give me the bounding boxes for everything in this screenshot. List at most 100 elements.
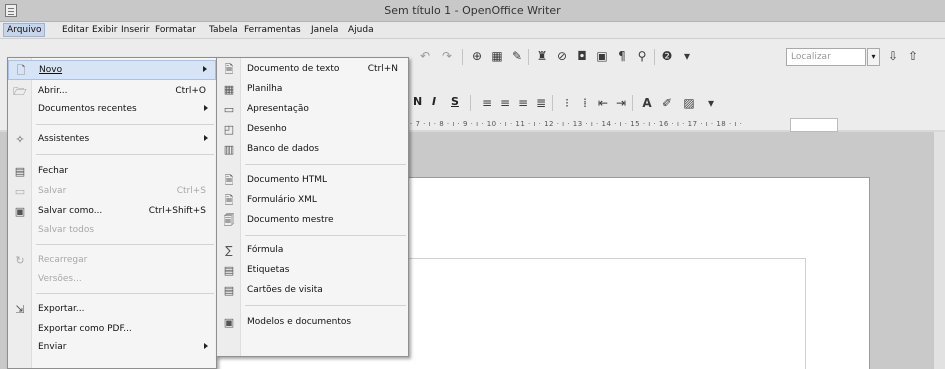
table-icon[interactable]: ▦: [490, 49, 504, 63]
menu-exibir[interactable]: Exibir: [92, 25, 117, 35]
submenu-item-documento-mestre[interactable]: 🗐 Documento mestre: [217, 211, 408, 231]
menu-item-shortcut: Ctrl+N: [367, 64, 398, 74]
draw-icon[interactable]: ✎: [510, 49, 524, 63]
menu-item-label: Desenho: [247, 124, 287, 134]
help-icon[interactable]: ❷: [660, 49, 674, 63]
title-bar: Sem título 1 - OpenOffice Writer: [0, 0, 945, 22]
formatting-marks-icon[interactable]: ¶: [615, 49, 629, 63]
toolbar-options-icon[interactable]: ▾: [680, 49, 694, 63]
bullets-icon[interactable]: ⁞: [578, 96, 592, 110]
increase-indent-icon[interactable]: ⇥: [614, 96, 628, 110]
menu-item-salvar-todos[interactable]: Salvar todos: [8, 221, 216, 241]
numbering-icon[interactable]: ⁝: [560, 96, 574, 110]
menu-separator: [36, 154, 214, 155]
menu-item-novo[interactable]: 🗋 Novo: [8, 60, 216, 80]
submenu-item-etiquetas[interactable]: ▤ Etiquetas: [217, 261, 408, 281]
html-document-icon: 🗎: [224, 174, 234, 187]
export-icon: ⇲: [15, 303, 25, 316]
toolbar-separator: [654, 49, 655, 65]
menu-item-documentos-recentes[interactable]: Documentos recentes: [8, 100, 216, 120]
highlight-icon[interactable]: ✐: [660, 96, 674, 110]
align-right-icon[interactable]: ≡: [516, 96, 530, 110]
menu-ajuda[interactable]: Ajuda: [348, 25, 374, 35]
submenu-item-formulario-xml[interactable]: 🗎 Formulário XML: [217, 191, 408, 211]
menu-separator: [36, 124, 214, 125]
justify-icon[interactable]: ≣: [534, 96, 548, 110]
menu-separator: [245, 164, 406, 165]
toolbar-separator: [528, 49, 529, 65]
submenu-item-formula[interactable]: ∑ Fórmula: [217, 241, 408, 261]
menu-item-versoes[interactable]: Versões...: [8, 270, 216, 290]
menu-item-label: Salvar: [38, 186, 67, 196]
search-input[interactable]: Localizar: [786, 48, 866, 66]
menu-janela[interactable]: Janela: [311, 25, 338, 35]
menu-item-label: Salvar como...: [38, 206, 103, 216]
toolbar-options-icon[interactable]: ▾: [704, 96, 718, 110]
menu-tabela[interactable]: Tabela: [209, 25, 238, 35]
submenu-item-banco-de-dados[interactable]: ▥ Banco de dados: [217, 140, 408, 160]
menu-ferramentas[interactable]: Ferramentas: [244, 25, 301, 35]
database-icon: ▥: [223, 143, 235, 156]
menu-item-enviar[interactable]: Enviar: [8, 338, 216, 358]
menu-editar[interactable]: Editar: [62, 25, 89, 35]
find-next-icon[interactable]: ⇩: [886, 49, 900, 63]
underline-button[interactable]: S: [451, 95, 459, 108]
background-color-icon[interactable]: ▨: [682, 96, 696, 110]
menu-item-label: Modelos e documentos: [247, 317, 352, 327]
menu-item-shortcut: Ctrl+Shift+S: [148, 206, 206, 216]
submenu-item-documento-de-texto[interactable]: 🗎 Documento de texto Ctrl+N: [217, 60, 408, 80]
labels-icon: ▤: [223, 264, 235, 277]
align-center-icon[interactable]: ≡: [498, 96, 512, 110]
search-dropdown-icon[interactable]: ▾: [867, 48, 880, 66]
font-color-icon[interactable]: A: [640, 96, 654, 110]
menu-item-abrir[interactable]: 🗁 Abrir... Ctrl+O: [8, 82, 216, 102]
menu-formatar[interactable]: Formatar: [155, 25, 196, 35]
menu-inserir[interactable]: Inserir: [121, 25, 150, 35]
menu-item-label: Enviar: [38, 342, 67, 352]
menu-item-label: Banco de dados: [247, 144, 319, 154]
submenu-arrow-icon: [204, 105, 208, 111]
redo-icon[interactable]: ↷: [440, 49, 454, 63]
submenu-item-desenho[interactable]: ◰ Desenho: [217, 120, 408, 140]
align-left-icon[interactable]: ≡: [480, 96, 494, 110]
submenu-item-apresentacao[interactable]: ▭ Apresentação: [217, 100, 408, 120]
menu-arquivo[interactable]: Arquivo: [3, 23, 46, 37]
save-icon: ▭: [14, 185, 26, 198]
menu-item-label: Abrir...: [38, 86, 68, 96]
menu-item-label: Salvar todos: [38, 225, 95, 235]
menu-item-recarregar[interactable]: ↻ Recarregar: [8, 251, 216, 271]
master-document-icon: 🗐: [223, 214, 235, 227]
menu-item-label: Fechar: [38, 166, 69, 176]
find-previous-icon[interactable]: ⇧: [906, 49, 920, 63]
find-icon[interactable]: ♜: [535, 49, 549, 63]
menu-item-assistentes[interactable]: ✧ Assistentes: [8, 130, 216, 150]
menu-item-shortcut: Ctrl+S: [176, 186, 206, 196]
submenu-item-cartoes-de-visita[interactable]: ▤ Cartões de visita: [217, 281, 408, 301]
menu-item-label: Exportar...: [38, 304, 85, 314]
toolbar-separator: [632, 95, 633, 111]
menu-item-salvar[interactable]: ▭ Salvar Ctrl+S: [8, 182, 216, 202]
undo-icon[interactable]: ↶: [418, 49, 432, 63]
zoom-icon[interactable]: ⚲: [635, 49, 649, 63]
menu-item-label: Fórmula: [247, 245, 284, 255]
datasource-icon[interactable]: ▣: [595, 49, 609, 63]
menu-item-label: Documento HTML: [247, 175, 328, 185]
vertical-scrollbar[interactable]: [933, 132, 945, 369]
business-cards-icon: ▤: [223, 284, 235, 297]
menu-item-fechar[interactable]: ▤ Fechar: [8, 162, 216, 182]
gallery-icon[interactable]: ◘: [575, 49, 589, 63]
submenu-item-documento-html[interactable]: 🗎 Documento HTML: [217, 171, 408, 191]
bold-button[interactable]: N: [413, 95, 422, 108]
submenu-item-planilha[interactable]: ▦ Planilha: [217, 80, 408, 100]
italic-button[interactable]: I: [432, 95, 436, 108]
navigator-icon[interactable]: ⊘: [555, 49, 569, 63]
submenu-item-modelos-e-documentos[interactable]: ▣ Modelos e documentos: [217, 313, 408, 333]
menu-item-exportar[interactable]: ⇲ Exportar...: [8, 300, 216, 320]
menu-separator: [36, 244, 214, 245]
menu-item-label: Apresentação: [247, 104, 309, 114]
menu-item-exportar-pdf[interactable]: Exportar como PDF...: [8, 320, 216, 340]
presentation-icon: ▭: [223, 103, 235, 116]
decrease-indent-icon[interactable]: ⇤: [596, 96, 610, 110]
menu-item-salvar-como[interactable]: ▣ Salvar como... Ctrl+Shift+S: [8, 202, 216, 222]
hyperlink-icon[interactable]: ⊕: [470, 49, 484, 63]
